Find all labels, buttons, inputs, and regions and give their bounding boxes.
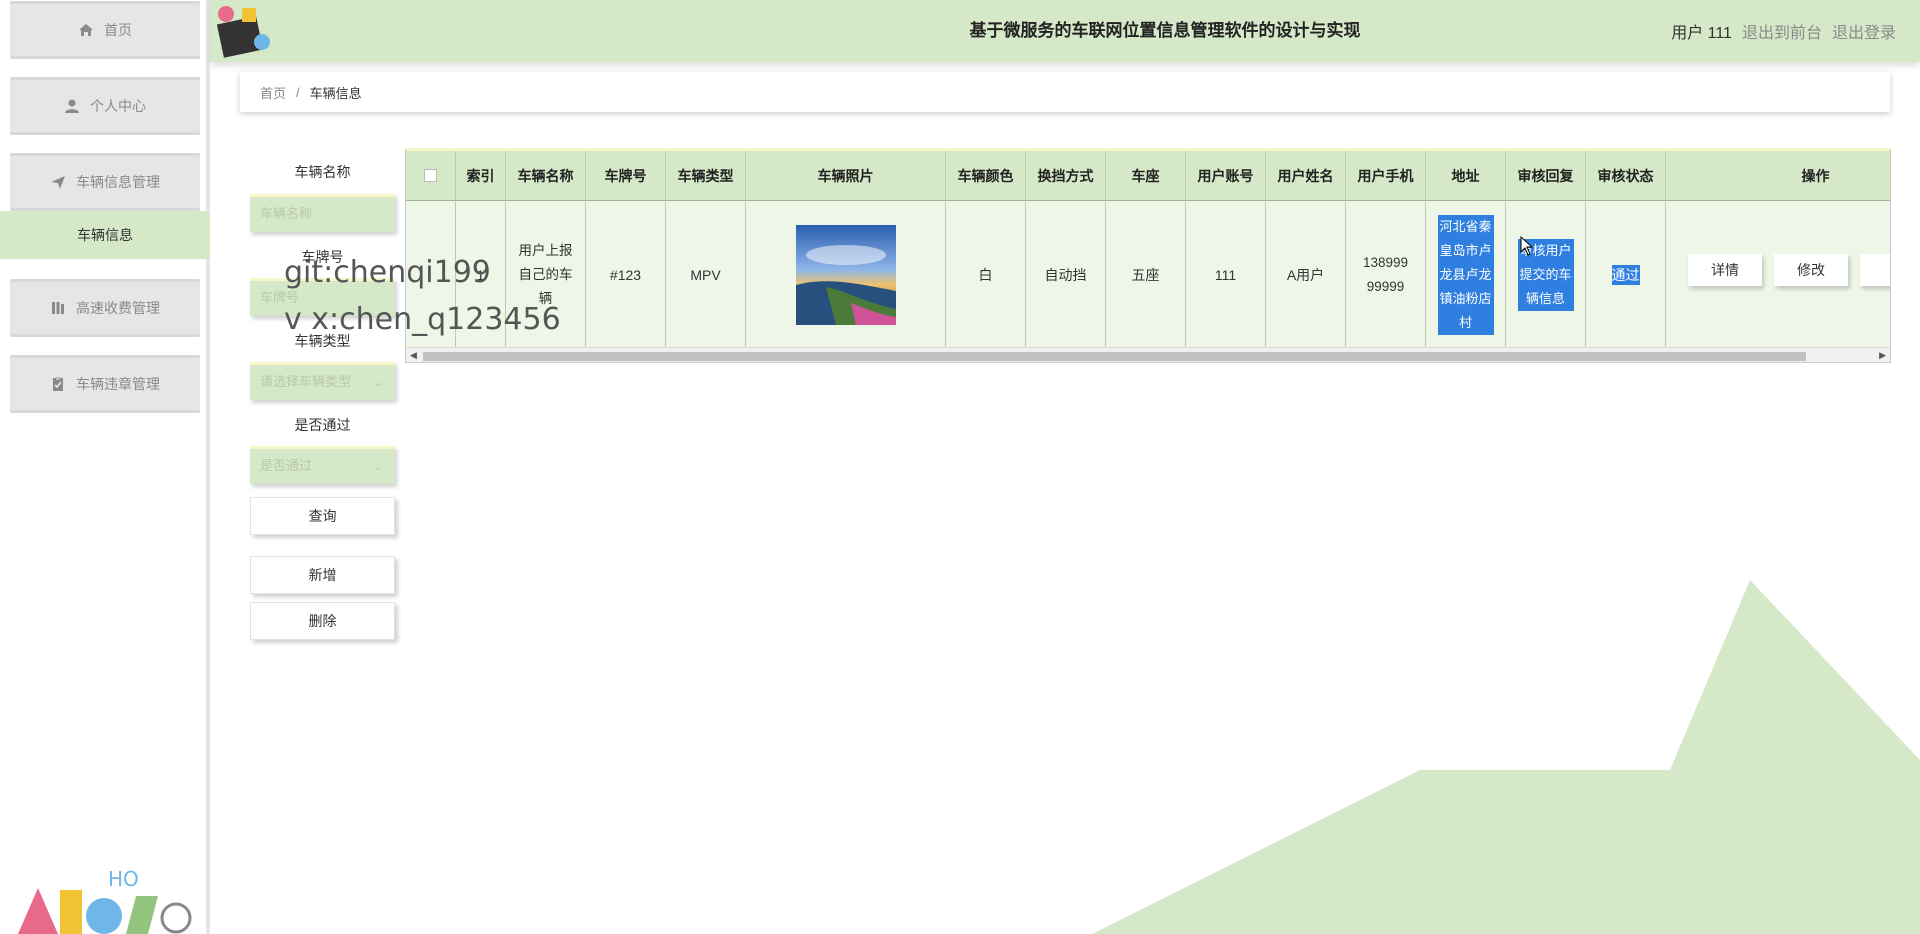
watermark-line-2: v x:chen_q123456 xyxy=(284,302,561,337)
add-button[interactable]: 新增 xyxy=(250,556,395,594)
col-header-account: 用户账号 xyxy=(1186,151,1266,200)
select-all-checkbox-cell xyxy=(406,151,456,200)
vehicle-type-select[interactable]: 请选择车辆类型 ⌄ xyxy=(250,362,395,400)
vehicle-photo[interactable] xyxy=(795,224,896,325)
vehicle-name-label: 车辆名称 xyxy=(294,164,351,180)
send-icon xyxy=(50,174,66,190)
logout-link[interactable]: 退出登录 xyxy=(1832,19,1896,43)
scrollbar-thumb[interactable] xyxy=(423,352,1806,361)
cell-status: 通过 xyxy=(1586,202,1666,347)
sidebar-item-label: 车辆违章管理 xyxy=(76,376,160,392)
sidebar-item-profile[interactable]: 个人中心 xyxy=(10,80,200,132)
scroll-left-icon[interactable]: ◀ xyxy=(410,350,417,361)
col-header-name: 车辆名称 xyxy=(506,151,586,200)
cell-status-text: 通过 xyxy=(1611,264,1640,285)
abc-decoration-logo: HO xyxy=(18,868,192,934)
col-header-type: 车辆类型 xyxy=(666,151,746,200)
col-header-color: 车辆颜色 xyxy=(946,151,1026,200)
sidebar-item-violation-management[interactable]: 车辆违章管理 xyxy=(10,358,200,410)
vehicle-table: 索引 车辆名称 车牌号 车辆类型 车辆照片 车辆颜色 换挡方式 车座 用户账号 … xyxy=(405,148,1891,363)
cell-phone: 13899999999 xyxy=(1346,202,1426,347)
scroll-right-icon[interactable]: ▶ xyxy=(1879,350,1886,361)
cell-seats: 五座 xyxy=(1106,202,1186,347)
col-header-seats: 车座 xyxy=(1106,151,1186,200)
sidebar-item-home[interactable]: 首页 xyxy=(10,4,200,56)
sidebar-item-label: 首页 xyxy=(104,22,132,38)
col-header-address: 地址 xyxy=(1426,151,1506,200)
col-header-actions: 操作 xyxy=(1666,151,1890,200)
col-header-phone: 用户手机 xyxy=(1346,151,1426,200)
watermark-line-1: git:chenqi199 xyxy=(284,255,491,290)
svg-text:HO: HO xyxy=(108,868,139,891)
cell-address-text: 河北省秦皇岛市卢龙县卢龙镇油粉店村 xyxy=(1437,214,1494,335)
sidebar-item-label: 车辆信息管理 xyxy=(76,174,160,190)
col-header-plate: 车牌号 xyxy=(586,151,666,200)
sidebar: 首页 个人中心 车辆信息管理 车辆信息 高速收费管理 车辆违章管理 HO xyxy=(0,0,210,934)
cell-phone-text: 13899999999 xyxy=(1362,254,1409,294)
cell-account: 111 xyxy=(1186,202,1266,347)
breadcrumb-home[interactable]: 首页 xyxy=(260,83,286,102)
cell-reply: 审核用户提交的车辆信息 xyxy=(1506,202,1586,347)
top-header: 基于微服务的车联网位置信息管理软件的设计与实现 用户 111 退出到前台 退出登… xyxy=(210,0,1920,62)
sidebar-subitem-label: 车辆信息 xyxy=(77,227,133,243)
pass-status-label: 是否通过 xyxy=(294,417,351,433)
sidebar-subitem-vehicle-info[interactable]: 车辆信息 xyxy=(0,211,210,259)
select-all-checkbox[interactable] xyxy=(424,169,437,182)
edit-button[interactable]: 修改 xyxy=(1774,254,1848,286)
cell-actions: 详情 修改 删 xyxy=(1666,202,1890,347)
col-header-status: 审核状态 xyxy=(1586,151,1666,200)
col-header-username: 用户姓名 xyxy=(1266,151,1346,200)
detail-button[interactable]: 详情 xyxy=(1688,254,1762,286)
exit-to-front-link[interactable]: 退出到前台 xyxy=(1742,19,1822,43)
header-user-area: 用户 111 退出到前台 退出登录 xyxy=(1671,0,1896,62)
table-header-row: 索引 车辆名称 车牌号 车辆类型 车辆照片 车辆颜色 换挡方式 车座 用户账号 … xyxy=(406,151,1890,201)
pass-status-placeholder: 是否通过 xyxy=(260,458,313,473)
chevron-down-icon: ⌄ xyxy=(372,459,383,473)
col-header-reply: 审核回复 xyxy=(1506,151,1586,200)
sidebar-item-label: 个人中心 xyxy=(90,98,146,114)
user-icon xyxy=(64,98,80,114)
cell-type: MPV xyxy=(666,202,746,347)
book-icon xyxy=(50,300,66,316)
chevron-down-icon: ⌄ xyxy=(372,375,383,389)
home-icon xyxy=(78,22,94,38)
current-user-label: 用户 111 xyxy=(1671,25,1732,42)
cell-username: A用户 xyxy=(1266,202,1346,347)
cell-photo xyxy=(746,202,946,347)
sidebar-item-label: 高速收费管理 xyxy=(76,300,160,316)
table-row: 1 用户上报自己的车辆 #123 MPV 白 自动挡 五座 111 A用户 13… xyxy=(406,202,1890,347)
col-header-index: 索引 xyxy=(456,151,506,200)
col-header-photo: 车辆照片 xyxy=(746,151,946,200)
horizontal-scrollbar[interactable]: ◀ ▶ xyxy=(406,347,1890,362)
sidebar-item-toll-management[interactable]: 高速收费管理 xyxy=(10,282,200,334)
pass-status-select[interactable]: 是否通过 ⌄ xyxy=(250,446,395,484)
clipboard-icon xyxy=(50,376,66,392)
mouse-cursor-icon xyxy=(1520,236,1534,256)
page-title: 基于微服务的车联网位置信息管理软件的设计与实现 xyxy=(969,21,1361,40)
cell-shift: 自动挡 xyxy=(1026,202,1106,347)
query-button[interactable]: 查询 xyxy=(250,497,395,535)
cell-name-text: 用户上报自己的车辆 xyxy=(518,242,573,306)
col-header-shift: 换挡方式 xyxy=(1026,151,1106,200)
row-delete-button[interactable]: 删 xyxy=(1860,254,1890,286)
cell-color: 白 xyxy=(946,202,1026,347)
app-root: 首页 个人中心 车辆信息管理 车辆信息 高速收费管理 车辆违章管理 HO 基于微… xyxy=(0,0,1920,934)
breadcrumb-current: 车辆信息 xyxy=(309,85,362,101)
delete-button[interactable]: 删除 xyxy=(250,602,395,640)
cell-plate: #123 xyxy=(586,202,666,347)
breadcrumb: 首页 / 车辆信息 xyxy=(240,72,1890,112)
vehicle-name-input[interactable]: 车辆名称 xyxy=(250,194,395,232)
vehicle-type-placeholder: 请选择车辆类型 xyxy=(260,374,352,389)
breadcrumb-separator: / xyxy=(296,84,300,100)
cell-address: 河北省秦皇岛市卢龙县卢龙镇油粉店村 xyxy=(1426,202,1506,347)
sidebar-item-vehicle-management[interactable]: 车辆信息管理 xyxy=(10,156,200,208)
